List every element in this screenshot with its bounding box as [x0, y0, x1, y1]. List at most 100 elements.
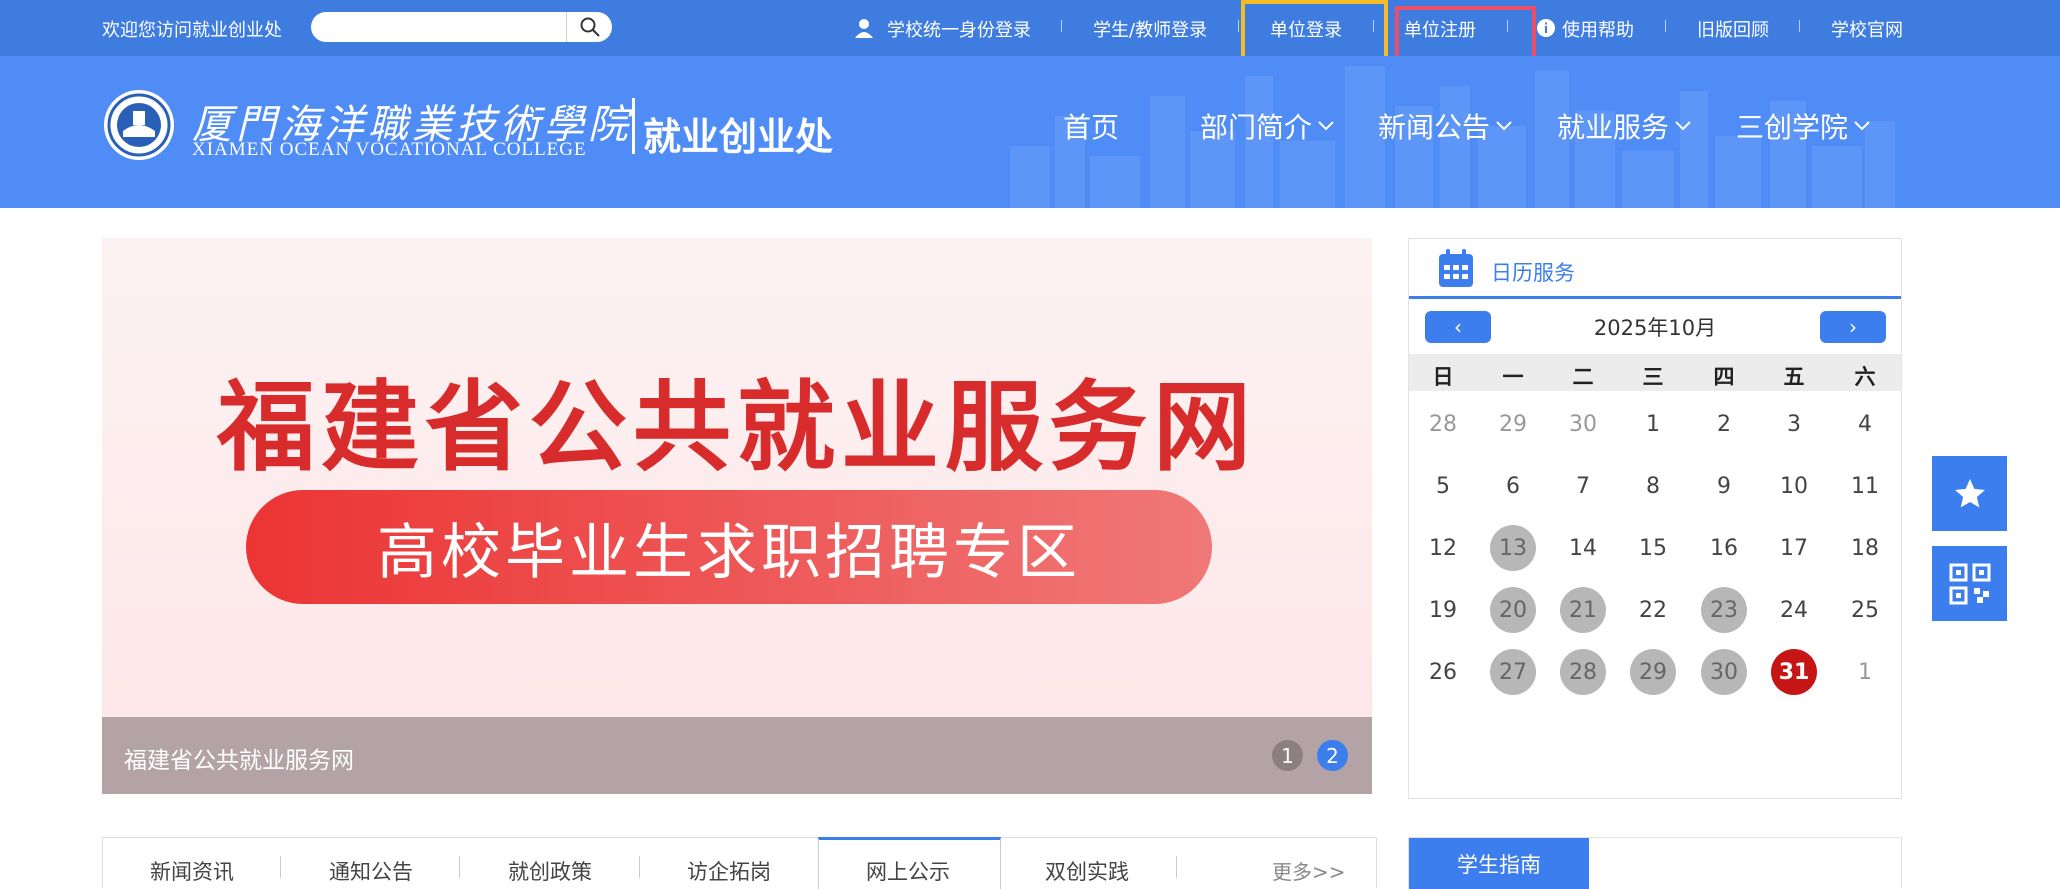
nav-news[interactable]: 新闻公告 — [1378, 106, 1512, 146]
divider — [280, 856, 281, 878]
calendar-day[interactable]: 2 — [1701, 401, 1747, 447]
nav-services[interactable]: 就业服务 — [1557, 106, 1691, 146]
divider — [1665, 20, 1666, 32]
calendar-header: 日历服务 — [1409, 239, 1901, 299]
help-link[interactable]: 使用帮助 — [1562, 16, 1634, 42]
banner-slide[interactable]: 福建省公共就业服务网 高校毕业生求职招聘专区 福建省公共就业服务网 1 2 — [102, 238, 1372, 794]
calendar-next-button[interactable]: › — [1820, 311, 1886, 343]
banner-caption[interactable]: 福建省公共就业服务网 — [124, 741, 354, 775]
nav-news-label: 新闻公告 — [1378, 111, 1491, 144]
calendar-weekday-row: 日一二三四五六 — [1409, 354, 1901, 391]
news-tabs: 新闻资讯 通知公告 就创政策 访企拓岗 网上公示 双创实践 更多>> — [102, 837, 1377, 889]
qrcode-icon — [1949, 563, 1990, 604]
calendar-day[interactable]: 28 — [1560, 649, 1606, 695]
calendar-day[interactable]: 26 — [1420, 649, 1466, 695]
calendar-panel: 日历服务 ‹ 2025年10月 › 日一二三四五六 28 29 30 1 2 3 4 5 6 7 8… — [1408, 238, 1902, 799]
search-box — [311, 12, 612, 42]
chevron-down-icon — [1318, 121, 1334, 131]
tab-public-notice[interactable]: 网上公示 — [866, 856, 950, 886]
tab-student-guide[interactable]: 学生指南 — [1409, 838, 1589, 889]
nav-services-label: 就业服务 — [1557, 111, 1670, 144]
calendar-day[interactable]: 31 — [1771, 649, 1817, 695]
calendar-day[interactable]: 1 — [1630, 401, 1676, 447]
chevron-down-icon — [1854, 121, 1870, 131]
calendar-day[interactable]: 8 — [1630, 463, 1676, 509]
search-button[interactable] — [566, 12, 612, 42]
calendar-day[interactable]: 27 — [1490, 649, 1536, 695]
calendar-day[interactable]: 25 — [1842, 587, 1888, 633]
chevron-down-icon — [1675, 121, 1691, 131]
more-link[interactable]: 更多>> — [1272, 856, 1346, 885]
calendar-day[interactable]: 16 — [1701, 525, 1747, 571]
calendar-day[interactable]: 7 — [1560, 463, 1606, 509]
tab-visits[interactable]: 访企拓岗 — [687, 856, 771, 886]
divider — [1176, 856, 1177, 878]
calendar-day[interactable]: 30 — [1701, 649, 1747, 695]
calendar-day[interactable]: 21 — [1560, 587, 1606, 633]
banner-subtitle: 高校毕业生求职招聘专区 — [377, 517, 1081, 588]
school-emblem-logo — [104, 90, 174, 160]
old-version-link[interactable]: 旧版回顾 — [1697, 16, 1769, 42]
calendar-day[interactable]: 22 — [1630, 587, 1676, 633]
nav-home[interactable]: 首页 — [1063, 106, 1119, 146]
chevron-down-icon — [1496, 121, 1512, 131]
department-name: 就业创业处 — [643, 115, 834, 159]
weekday-label: 一 — [1502, 365, 1524, 389]
favorite-button[interactable] — [1932, 456, 2007, 531]
highlight-box-red — [1395, 6, 1536, 63]
weekday-label: 五 — [1783, 365, 1805, 389]
tab-notices[interactable]: 通知公告 — [329, 856, 413, 886]
calendar-day[interactable]: 6 — [1490, 463, 1536, 509]
weekday-label: 四 — [1713, 365, 1735, 389]
divider — [459, 856, 460, 878]
calendar-day[interactable]: 13 — [1490, 525, 1536, 571]
calendar-title: 日历服务 — [1491, 261, 1575, 285]
nav-college-label: 三创学院 — [1736, 111, 1849, 144]
school-name-en: XIAMEN OCEAN VOCATIONAL COLLEGE — [192, 139, 587, 160]
calendar-day[interactable]: 5 — [1420, 463, 1466, 509]
logo-divider — [632, 98, 635, 154]
calendar-day[interactable]: 15 — [1630, 525, 1676, 571]
nav-about-label: 部门简介 — [1200, 111, 1313, 144]
school-site-link[interactable]: 学校官网 — [1831, 16, 1903, 42]
calendar-day[interactable]: 28 — [1420, 401, 1466, 447]
calendar-day[interactable]: 11 — [1842, 463, 1888, 509]
guide-panel: 学生指南 — [1408, 837, 1902, 889]
calendar-day[interactable]: 17 — [1771, 525, 1817, 571]
calendar-day[interactable]: 29 — [1630, 649, 1676, 695]
student-teacher-login-link[interactable]: 学生/教师登录 — [1093, 16, 1207, 42]
banner-page-1[interactable]: 1 — [1272, 740, 1303, 771]
banner-page-2[interactable]: 2 — [1317, 740, 1348, 771]
calendar-day[interactable]: 12 — [1420, 525, 1466, 571]
calendar-day[interactable]: 19 — [1420, 587, 1466, 633]
calendar-day[interactable]: 24 — [1771, 587, 1817, 633]
calendar-day[interactable]: 30 — [1560, 401, 1606, 447]
calendar-day[interactable]: 14 — [1560, 525, 1606, 571]
sso-login-link[interactable]: 学校统一身份登录 — [887, 16, 1031, 42]
calendar-day[interactable]: 1 — [1842, 649, 1888, 695]
calendar-day[interactable]: 18 — [1842, 525, 1888, 571]
top-bar: 欢迎您访问就业创业处 学校统一身份登录 学生/教师登录 单位登录 单位注册 使用… — [0, 0, 2060, 56]
qrcode-button[interactable] — [1932, 546, 2007, 621]
tab-policy[interactable]: 就创政策 — [508, 856, 592, 886]
calendar-day[interactable]: 29 — [1490, 401, 1536, 447]
nav-about[interactable]: 部门简介 — [1200, 106, 1334, 146]
tab-innovation[interactable]: 双创实践 — [1045, 856, 1129, 886]
highlight-box-yellow — [1241, 0, 1388, 64]
divider — [639, 856, 640, 878]
calendar-day[interactable]: 23 — [1701, 587, 1747, 633]
calendar-day[interactable]: 9 — [1701, 463, 1747, 509]
calendar-day[interactable]: 20 — [1490, 587, 1536, 633]
divider — [1799, 20, 1800, 32]
search-input[interactable] — [323, 16, 563, 38]
weekday-label: 日 — [1432, 365, 1454, 389]
nav-home-label: 首页 — [1063, 111, 1120, 144]
info-icon — [1537, 19, 1555, 37]
weekday-label: 三 — [1642, 365, 1664, 389]
calendar-day[interactable]: 10 — [1771, 463, 1817, 509]
tab-news[interactable]: 新闻资讯 — [150, 856, 234, 886]
calendar-day[interactable]: 3 — [1771, 401, 1817, 447]
nav-college[interactable]: 三创学院 — [1736, 106, 1870, 146]
star-icon — [1954, 478, 1985, 507]
calendar-day[interactable]: 4 — [1842, 401, 1888, 447]
